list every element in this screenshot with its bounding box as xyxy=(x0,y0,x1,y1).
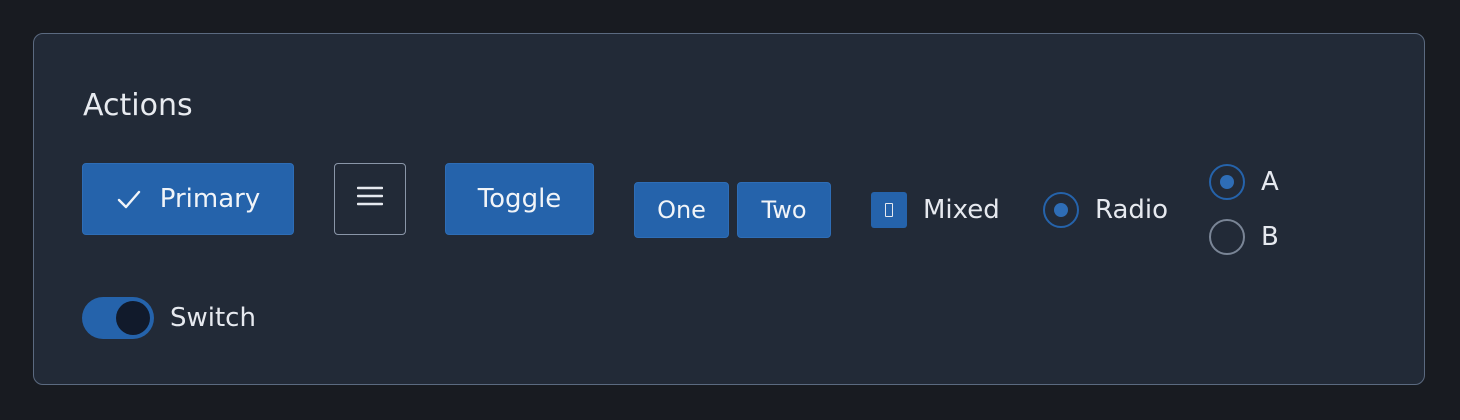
radio-option-b-control[interactable] xyxy=(1209,219,1245,255)
radio-option-b[interactable]: B xyxy=(1209,217,1279,257)
primary-button-label: Primary xyxy=(159,184,261,214)
menu-button[interactable] xyxy=(334,163,406,235)
switch-label: Switch xyxy=(170,303,256,333)
segment-two-button[interactable]: Two xyxy=(737,182,831,238)
radio-option-a-label: A xyxy=(1261,167,1279,197)
toggle-button-label: Toggle xyxy=(477,184,562,214)
mixed-checkbox[interactable] xyxy=(871,192,907,228)
mixed-state-icon xyxy=(885,203,893,217)
check-icon xyxy=(116,186,142,212)
mixed-checkbox-label: Mixed xyxy=(923,195,1000,225)
switch-row[interactable]: Switch xyxy=(82,297,256,339)
radio-button[interactable] xyxy=(1043,192,1079,228)
switch-knob xyxy=(116,301,150,335)
radio-option-a-control[interactable] xyxy=(1209,164,1245,200)
segment-one-button[interactable]: One xyxy=(634,182,729,238)
radio-row[interactable]: Radio xyxy=(1043,190,1168,230)
hamburger-menu-icon xyxy=(356,184,384,214)
mixed-checkbox-row[interactable]: Mixed xyxy=(871,190,1000,230)
toggle-button[interactable]: Toggle xyxy=(445,163,594,235)
segment-one-label: One xyxy=(657,196,706,224)
radio-label: Radio xyxy=(1095,195,1169,225)
radio-selected-dot-icon xyxy=(1220,175,1234,189)
switch-toggle[interactable] xyxy=(82,297,154,339)
radio-option-b-label: B xyxy=(1261,222,1279,252)
segment-two-label: Two xyxy=(761,196,807,224)
panel-heading: Actions xyxy=(83,88,193,123)
radio-option-a[interactable]: A xyxy=(1209,162,1279,202)
primary-button[interactable]: Primary xyxy=(82,163,294,235)
radio-selected-dot-icon xyxy=(1054,203,1068,217)
actions-panel: Actions Primary Toggle One Two Mixed Rad… xyxy=(33,33,1425,385)
